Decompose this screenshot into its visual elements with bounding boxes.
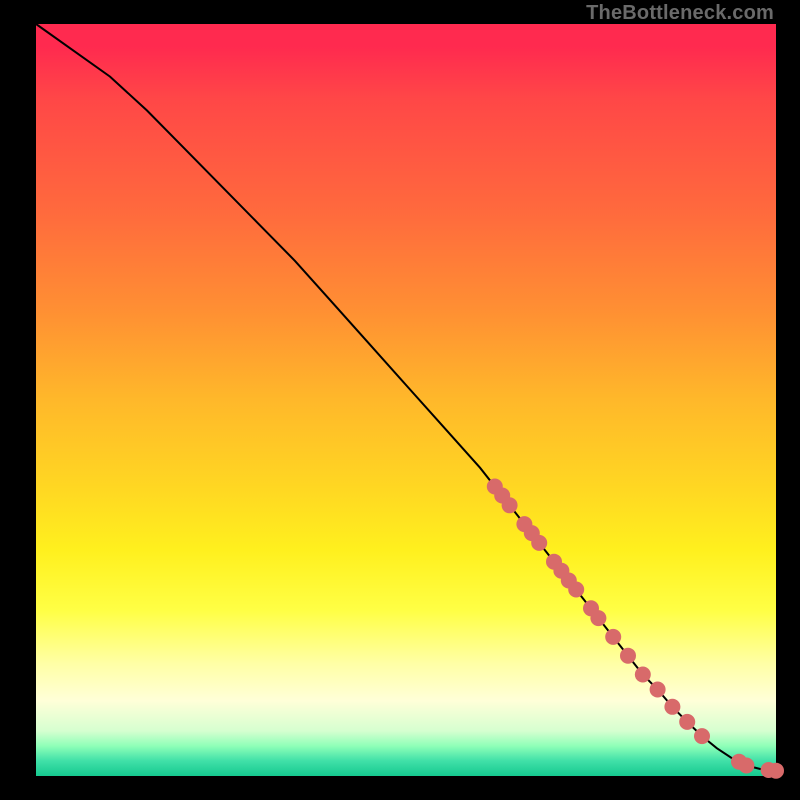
marker-group [487,479,784,779]
data-marker [620,648,636,664]
data-marker [738,758,754,774]
chart-container: TheBottleneck.com [0,0,800,800]
curve-line [36,24,776,771]
data-marker [650,682,666,698]
data-marker [768,763,784,779]
data-marker [568,582,584,598]
data-marker [664,699,680,715]
data-marker [590,610,606,626]
data-marker [635,667,651,683]
data-marker [694,728,710,744]
data-marker [531,535,547,551]
plot-overlay [36,24,776,776]
data-marker [605,629,621,645]
data-marker [502,497,518,513]
watermark-text: TheBottleneck.com [586,2,774,25]
data-marker [679,714,695,730]
